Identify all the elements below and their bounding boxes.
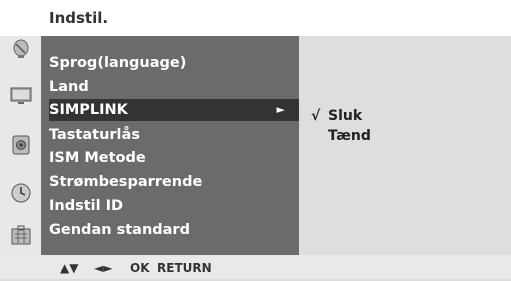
menu-item-label: ISM Metode bbox=[49, 150, 146, 166]
menu-item-ism-method[interactable]: ISM Metode bbox=[49, 147, 295, 169]
footer-navigation-hint: ▲▼ ◄► OK RETURN bbox=[0, 255, 511, 279]
menu-item-label: Strømbesparrende bbox=[49, 174, 203, 190]
menu-item-factory-reset[interactable]: Gendan standard bbox=[49, 219, 295, 241]
page-title: Indstil. bbox=[0, 0, 511, 36]
menu-item-key-lock[interactable]: Tastaturlås bbox=[49, 124, 295, 146]
clock-icon[interactable] bbox=[10, 182, 32, 204]
satellite-dish-icon[interactable] bbox=[10, 38, 32, 60]
left-right-arrows-icon: ◄► bbox=[94, 261, 113, 275]
menu-item-label: SIMPLINK bbox=[49, 102, 128, 118]
submenu-arrow-icon: ► bbox=[276, 103, 285, 116]
menu-item-label: Gendan standard bbox=[49, 222, 190, 238]
speaker-icon[interactable] bbox=[10, 134, 32, 156]
up-down-arrows-icon: ▲▼ bbox=[60, 261, 79, 275]
option-off[interactable]: Sluk bbox=[328, 107, 362, 125]
menu-item-label: Indstil ID bbox=[49, 198, 124, 214]
menu-item-label: Sprog(language) bbox=[49, 55, 187, 71]
option-on[interactable]: Tænd bbox=[328, 127, 371, 145]
settings-menu: Sprog(language) Land SIMPLINK ► Tastatur… bbox=[41, 36, 299, 255]
checkmark-icon: √ bbox=[311, 108, 321, 124]
lock-grid-icon[interactable] bbox=[10, 225, 32, 247]
menu-item-label: Land bbox=[49, 79, 89, 95]
category-icon-column bbox=[0, 36, 41, 255]
menu-item-label: Tastaturlås bbox=[49, 127, 140, 143]
return-hint: RETURN bbox=[157, 261, 212, 275]
menu-item-country[interactable]: Land bbox=[49, 76, 295, 98]
ok-hint: OK bbox=[130, 261, 150, 275]
simplink-submenu: √ Sluk Tænd bbox=[299, 36, 511, 255]
menu-item-set-id[interactable]: Indstil ID bbox=[49, 195, 295, 217]
menu-item-language[interactable]: Sprog(language) bbox=[49, 52, 295, 74]
menu-item-power-saving[interactable]: Strømbesparrende bbox=[49, 171, 295, 193]
tv-screen-icon[interactable] bbox=[10, 85, 32, 107]
menu-item-simplink[interactable]: SIMPLINK ► bbox=[49, 99, 299, 121]
